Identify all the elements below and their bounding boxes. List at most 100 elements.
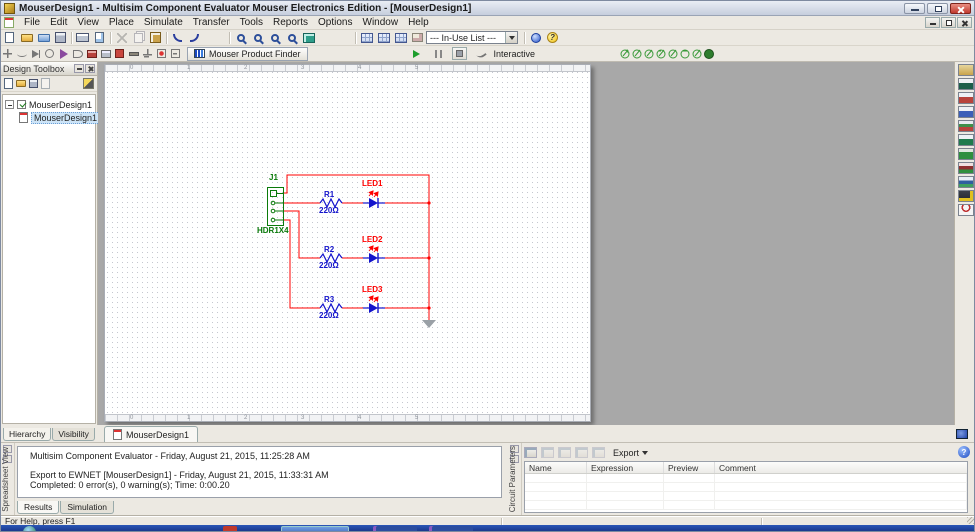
menu-place[interactable]: Place	[104, 16, 139, 29]
tab-scroll-icon[interactable]	[956, 429, 968, 439]
transistor-component-icon[interactable]	[43, 48, 56, 60]
taskbar-item[interactable]	[373, 526, 417, 532]
instrument-icon-frequency-counter[interactable]	[958, 148, 974, 160]
print-preview-icon[interactable]	[91, 31, 108, 45]
tree-child-label[interactable]: MouserDesign1	[31, 112, 100, 124]
help-icon[interactable]: ?	[544, 31, 561, 45]
restore-button[interactable]	[927, 3, 948, 14]
add-parameter-icon[interactable]	[524, 447, 537, 458]
zoom-area-icon[interactable]	[266, 31, 283, 45]
stop-simulation-button[interactable]	[452, 47, 467, 60]
connector-footprint-label[interactable]: HDR1X4	[257, 226, 289, 235]
column-expression[interactable]: Expression	[587, 462, 664, 473]
menu-window[interactable]: Window	[358, 16, 404, 29]
menu-file[interactable]: File	[19, 16, 45, 29]
column-comment[interactable]: Comment	[715, 462, 967, 473]
tree-checkbox[interactable]	[17, 100, 26, 109]
led3-symbol[interactable]	[363, 296, 385, 313]
tab-visibility[interactable]: Visibility	[52, 428, 95, 441]
menu-transfer[interactable]: Transfer	[188, 16, 235, 29]
source-component-icon[interactable]	[1, 48, 14, 60]
parameters-table[interactable]: Name Expression Preview Comment	[524, 461, 968, 513]
mdi-restore-button[interactable]	[941, 17, 956, 28]
taskbar-item[interactable]	[429, 526, 473, 532]
led1-symbol[interactable]	[363, 191, 385, 208]
menu-options[interactable]: Options	[313, 16, 357, 29]
diode-component-icon[interactable]	[29, 48, 42, 60]
tab-results[interactable]: Results	[17, 501, 59, 514]
indicator-component-icon[interactable]	[127, 48, 140, 60]
instrument-icon-logic-analyzer[interactable]	[958, 176, 974, 188]
instrument-icon-iv-analyzer[interactable]	[958, 190, 974, 202]
new-icon[interactable]	[1, 31, 18, 45]
paste-icon[interactable]	[147, 31, 164, 45]
design-tab-mouserdesign1[interactable]: MouserDesign1	[104, 426, 198, 442]
tree-root-item[interactable]: MouserDesign1	[5, 98, 93, 111]
transfer-icon[interactable]	[409, 31, 426, 45]
tab-hierarchy[interactable]: Hierarchy	[3, 428, 51, 441]
results-log[interactable]: Multisim Component Evaluator - Friday, A…	[17, 446, 502, 498]
ttl-component-icon[interactable]	[71, 48, 84, 60]
open-icon[interactable]	[18, 31, 35, 45]
toggle-toolbox-icon[interactable]	[392, 31, 409, 45]
panel-close-icon[interactable]	[85, 64, 95, 73]
zoom-fit-icon[interactable]	[283, 31, 300, 45]
run-simulation-button[interactable]	[408, 47, 425, 61]
close-schematic-icon[interactable]	[41, 78, 50, 89]
table-row[interactable]	[525, 492, 967, 501]
toggle-spreadsheet-icon[interactable]	[375, 31, 392, 45]
open-schematic-icon[interactable]	[16, 80, 26, 87]
resistor-ref-label[interactable]: R1	[324, 190, 334, 199]
document-icon[interactable]	[4, 17, 14, 28]
misc-component-icon[interactable]	[155, 48, 168, 60]
table-row[interactable]	[525, 483, 967, 492]
connector-component-icon[interactable]	[169, 48, 182, 60]
led2-symbol[interactable]	[363, 246, 385, 263]
circuit-drawing[interactable]	[105, 65, 592, 423]
move-up-icon[interactable]	[558, 447, 571, 458]
sort-icon[interactable]	[592, 447, 605, 458]
save-schematic-icon[interactable]	[29, 79, 38, 88]
zoom-in-icon[interactable]	[232, 31, 249, 45]
connector-ref-label[interactable]: J1	[269, 173, 278, 182]
undo-icon[interactable]	[169, 31, 186, 45]
schematic-sheet[interactable]: 0 1 2 3 4 5 0 1 2 3 4 5	[104, 64, 591, 422]
export-button[interactable]: Export	[609, 447, 652, 459]
minimize-button[interactable]	[904, 3, 925, 14]
toggle-grid-icon[interactable]	[358, 31, 375, 45]
tree-child-item[interactable]: MouserDesign1	[5, 111, 93, 124]
in-use-list-dropdown[interactable]: --- In-Use List ---	[426, 31, 518, 44]
dropdown-arrow-icon[interactable]	[505, 32, 517, 43]
ground-arrow[interactable]	[422, 320, 436, 328]
instrument-icon-current-clamp[interactable]	[958, 204, 974, 216]
interactive-icon[interactable]	[472, 47, 489, 61]
fullscreen-icon[interactable]	[300, 31, 317, 45]
power-component-icon[interactable]	[141, 48, 154, 60]
mouser-product-finder-button[interactable]: Mouser Product Finder	[187, 47, 308, 61]
column-preview[interactable]: Preview	[664, 462, 715, 473]
instrument-icon-wattmeter[interactable]	[958, 92, 974, 104]
led-ref-label[interactable]: LED3	[362, 285, 382, 294]
menu-help[interactable]: Help	[403, 16, 434, 29]
menu-view[interactable]: View	[72, 16, 104, 29]
mdi-minimize-button[interactable]	[925, 17, 940, 28]
move-down-icon[interactable]	[575, 447, 588, 458]
tab-simulation[interactable]: Simulation	[60, 501, 114, 514]
cmos-component-icon[interactable]	[85, 48, 98, 60]
taskbar-item[interactable]	[223, 526, 237, 532]
toolbox-options-icon[interactable]	[83, 78, 94, 89]
menu-simulate[interactable]: Simulate	[139, 16, 188, 29]
copy-icon[interactable]	[130, 31, 147, 45]
table-row[interactable]	[525, 474, 967, 483]
table-row[interactable]	[525, 501, 967, 510]
basic-component-icon[interactable]	[15, 48, 28, 60]
pause-simulation-button[interactable]	[430, 47, 447, 61]
resistor-value-label[interactable]: 220Ω	[319, 311, 339, 320]
resistor-value-label[interactable]: 220Ω	[319, 206, 339, 215]
help-icon[interactable]: ?	[958, 446, 970, 458]
save-icon[interactable]	[52, 31, 69, 45]
mdi-close-button[interactable]	[957, 17, 972, 28]
schematic-workspace[interactable]: 0 1 2 3 4 5 0 1 2 3 4 5	[98, 62, 954, 425]
graph-annotate-icon[interactable]	[527, 31, 544, 45]
cut-icon[interactable]	[113, 31, 130, 45]
